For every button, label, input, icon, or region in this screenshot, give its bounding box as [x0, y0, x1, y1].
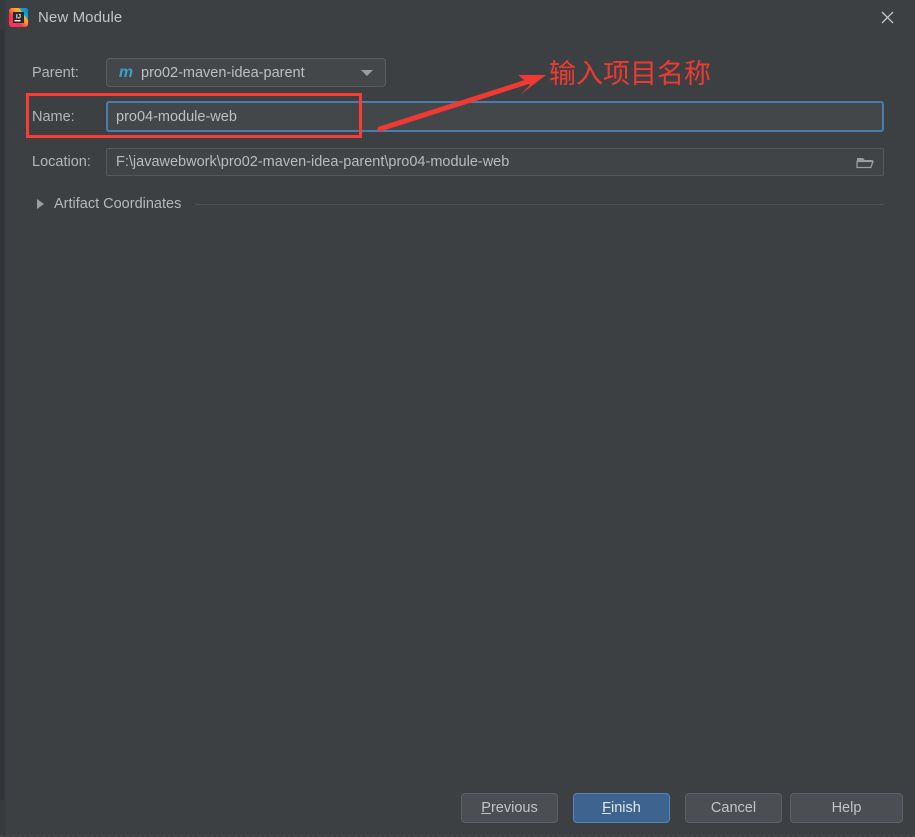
- annotation-callout-text: 输入项目名称: [549, 59, 711, 89]
- previous-button-mnemonic: P: [481, 800, 491, 816]
- intellij-idea-icon: IJ: [8, 7, 29, 28]
- finish-button-label: inish: [611, 800, 641, 816]
- window-left-edge-shadow: [0, 30, 4, 800]
- name-input-value: pro04-module-web: [116, 108, 237, 125]
- section-divider: [195, 203, 884, 205]
- parent-label: Parent:: [32, 65, 79, 81]
- artifact-coordinates-section[interactable]: Artifact Coordinates: [32, 194, 884, 214]
- new-module-dialog: IJ New Module Parent: m pro02-maven-idea…: [0, 0, 915, 837]
- close-icon[interactable]: [859, 0, 915, 34]
- help-button[interactable]: Help: [790, 793, 903, 823]
- folder-icon[interactable]: [855, 154, 875, 171]
- previous-button-label: revious: [490, 800, 538, 816]
- location-input-value: F:\javawebwork\pro02-maven-idea-parent\p…: [116, 154, 510, 170]
- maven-module-icon: m: [118, 63, 134, 81]
- chevron-down-icon: [361, 70, 373, 76]
- finish-button[interactable]: Finish: [573, 793, 670, 823]
- location-label: Location:: [32, 154, 91, 170]
- finish-button-mnemonic: F: [602, 800, 612, 816]
- chevron-right-icon: [37, 199, 44, 209]
- cancel-button[interactable]: Cancel: [685, 793, 782, 823]
- title-bar: IJ New Module: [0, 0, 915, 36]
- location-input[interactable]: F:\javawebwork\pro02-maven-idea-parent\p…: [106, 148, 884, 176]
- parent-combobox[interactable]: m pro02-maven-idea-parent: [106, 58, 386, 87]
- name-input[interactable]: pro04-module-web: [106, 101, 884, 132]
- name-label: Name:: [32, 109, 75, 125]
- previous-button[interactable]: Previous: [461, 793, 558, 823]
- parent-combobox-value: pro02-maven-idea-parent: [141, 64, 305, 81]
- svg-text:IJ: IJ: [16, 15, 21, 21]
- window-title: New Module: [38, 9, 123, 26]
- artifact-coordinates-label: Artifact Coordinates: [54, 196, 182, 212]
